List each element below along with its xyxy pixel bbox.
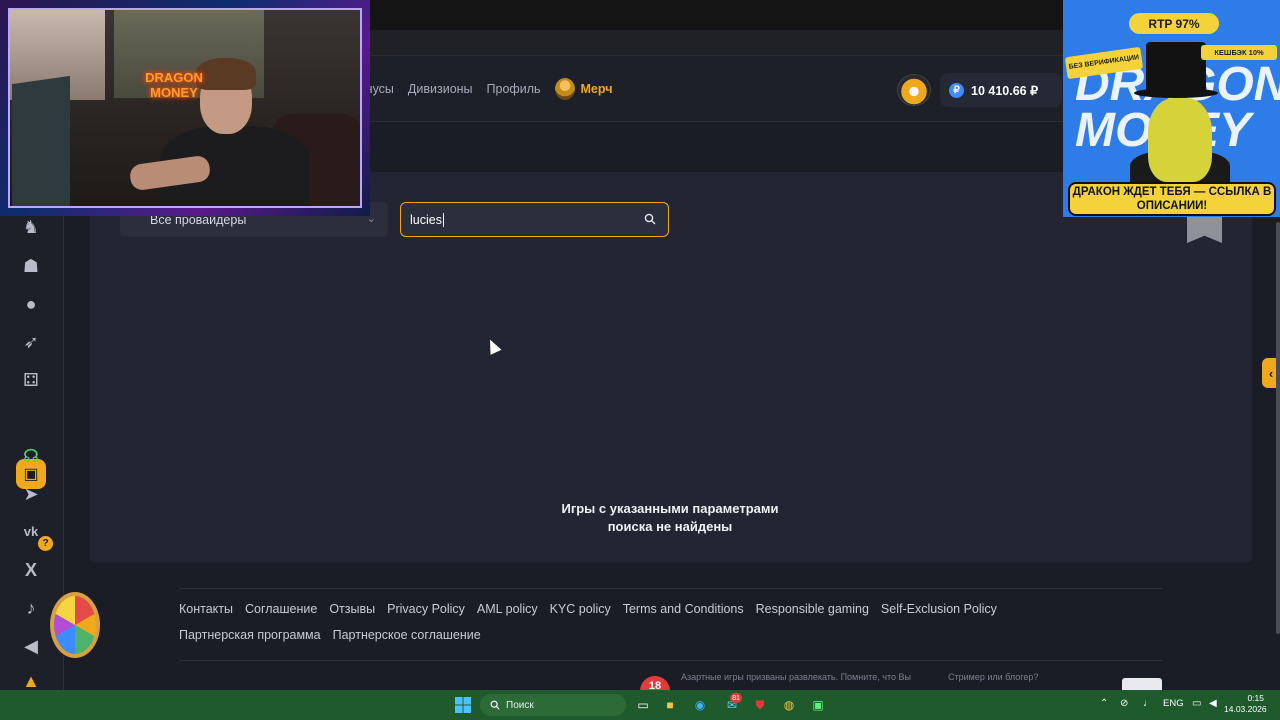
- twitch-icon[interactable]: ▣: [808, 695, 828, 715]
- sound-icon[interactable]: ◀: [20, 635, 42, 657]
- file-explorer-icon[interactable]: ■: [660, 695, 680, 715]
- input-language[interactable]: ENG: [1163, 698, 1184, 709]
- webcam-overlay: DRAGON MONEY: [0, 0, 370, 216]
- footer-link-responsible[interactable]: Responsible gaming: [756, 601, 869, 617]
- user-avatar[interactable]: [897, 74, 931, 106]
- ad-rtp-badge: RTP 97%: [1129, 13, 1219, 34]
- ad-cashback-badge: КЕШБЭК 10%: [1201, 45, 1277, 60]
- footer-link-kyc[interactable]: KYC policy: [550, 601, 611, 617]
- edge-icon[interactable]: ◉: [690, 695, 710, 715]
- footer-link-terms[interactable]: Terms and Conditions: [623, 601, 744, 617]
- footer-link-partner-agreement[interactable]: Партнерское соглашение: [333, 627, 481, 643]
- windows-start-icon[interactable]: [453, 695, 473, 715]
- merch-label: Мерч: [580, 82, 613, 96]
- merch-icon: [554, 78, 575, 100]
- taskbar-search[interactable]: Поиск: [480, 694, 626, 716]
- ad-character-face: [1148, 98, 1212, 182]
- vk-icon[interactable]: vk: [20, 521, 42, 543]
- taskbar-search-placeholder: Поиск: [506, 699, 534, 711]
- rocket-icon[interactable]: ➶: [20, 331, 42, 353]
- tray-display-icon[interactable]: ▭: [1192, 698, 1201, 709]
- streamer-prompt[interactable]: Стример или блогер?: [948, 671, 1038, 683]
- footer-link-reviews[interactable]: Отзывы: [329, 601, 375, 617]
- scrollbar[interactable]: [1276, 222, 1280, 634]
- telegram-icon[interactable]: ➤: [20, 483, 42, 505]
- webcam-monitor: [12, 75, 70, 206]
- gambling-disclaimer: Азартные игры призваны развлекать. Помни…: [681, 672, 911, 682]
- balance-display[interactable]: ₽ 10 410.66 ₽: [940, 73, 1062, 107]
- search-value: lucies: [410, 212, 442, 227]
- clock-date: 14.03.2026: [1224, 704, 1267, 714]
- main-nav: ь Бонусы Дивизионы Профиль Мерч: [330, 56, 612, 122]
- tray-network-icon[interactable]: ⊘: [1120, 698, 1128, 709]
- empty-results-message: Игры с указанными параметрами поиска не …: [520, 500, 820, 536]
- tray-chevron-up-icon[interactable]: ⌃: [1100, 698, 1108, 709]
- game-search-input[interactable]: lucies: [400, 202, 669, 237]
- footer-link-aml[interactable]: AML policy: [477, 601, 538, 617]
- nav-item-merch[interactable]: Мерч: [554, 78, 613, 100]
- ruble-icon: ₽: [949, 82, 964, 98]
- tray-volume-icon[interactable]: ◀: [1209, 698, 1217, 709]
- footer-divider-2: [179, 660, 1163, 661]
- footer-link-privacy[interactable]: Privacy Policy: [387, 601, 465, 617]
- dice-icon[interactable]: ⚃: [20, 369, 42, 391]
- shield-icon[interactable]: ⛊: [750, 695, 770, 715]
- chrome-icon[interactable]: ◍: [779, 695, 799, 715]
- search-icon[interactable]: [644, 213, 656, 225]
- fortune-wheel-icon[interactable]: [50, 592, 100, 658]
- text-caret: [442, 212, 444, 227]
- taskbar-clock[interactable]: 0:15 14.03.2026: [1224, 693, 1267, 715]
- footer-link-contacts[interactable]: Контакты: [179, 601, 233, 617]
- footer-divider: [179, 588, 1163, 589]
- footer-links: Контакты Соглашение Отзывы Privacy Polic…: [179, 601, 1139, 643]
- user-icon[interactable]: ☗: [20, 255, 42, 277]
- x-icon[interactable]: X: [20, 559, 42, 581]
- footer-link-partner-program[interactable]: Партнерская программа: [179, 627, 321, 643]
- tray-mic-icon[interactable]: ♩: [1143, 698, 1153, 709]
- ad-character-hat: [1146, 42, 1206, 94]
- footer-logo: [1122, 678, 1162, 690]
- taskbar-search-icon: [490, 700, 500, 710]
- clock-time: 0:15: [1247, 693, 1264, 703]
- bomb-icon[interactable]: ●: [20, 293, 42, 315]
- bell-icon[interactable]: ♪: [20, 597, 42, 619]
- empty-results-line1: Игры с указанными параметрами: [561, 501, 779, 516]
- footer-link-self-exclusion[interactable]: Self-Exclusion Policy: [881, 601, 997, 617]
- footer-link-agreement[interactable]: Соглашение: [245, 601, 317, 617]
- lamp-icon[interactable]: ▲: [20, 670, 42, 692]
- neon-sign: DRAGON MONEY: [145, 70, 203, 100]
- mail-badge: 81: [730, 693, 742, 703]
- webcam-feed: DRAGON MONEY: [8, 8, 362, 208]
- support-icon[interactable]: ☊: [20, 445, 42, 467]
- nav-item-divisions[interactable]: Дивизионы: [408, 82, 473, 96]
- nav-item-profile[interactable]: Профиль: [487, 82, 541, 96]
- balance-amount: 10 410.66 ₽: [971, 83, 1039, 98]
- task-view-icon[interactable]: ▭: [633, 695, 653, 715]
- dragon-icon[interactable]: ♞: [20, 216, 42, 238]
- empty-results-line2: поиска не найдены: [607, 519, 733, 534]
- ad-cta[interactable]: ДРАКОН ЖДЕТ ТЕБЯ — ССЫЛКА В ОПИСАНИИ!: [1068, 182, 1276, 216]
